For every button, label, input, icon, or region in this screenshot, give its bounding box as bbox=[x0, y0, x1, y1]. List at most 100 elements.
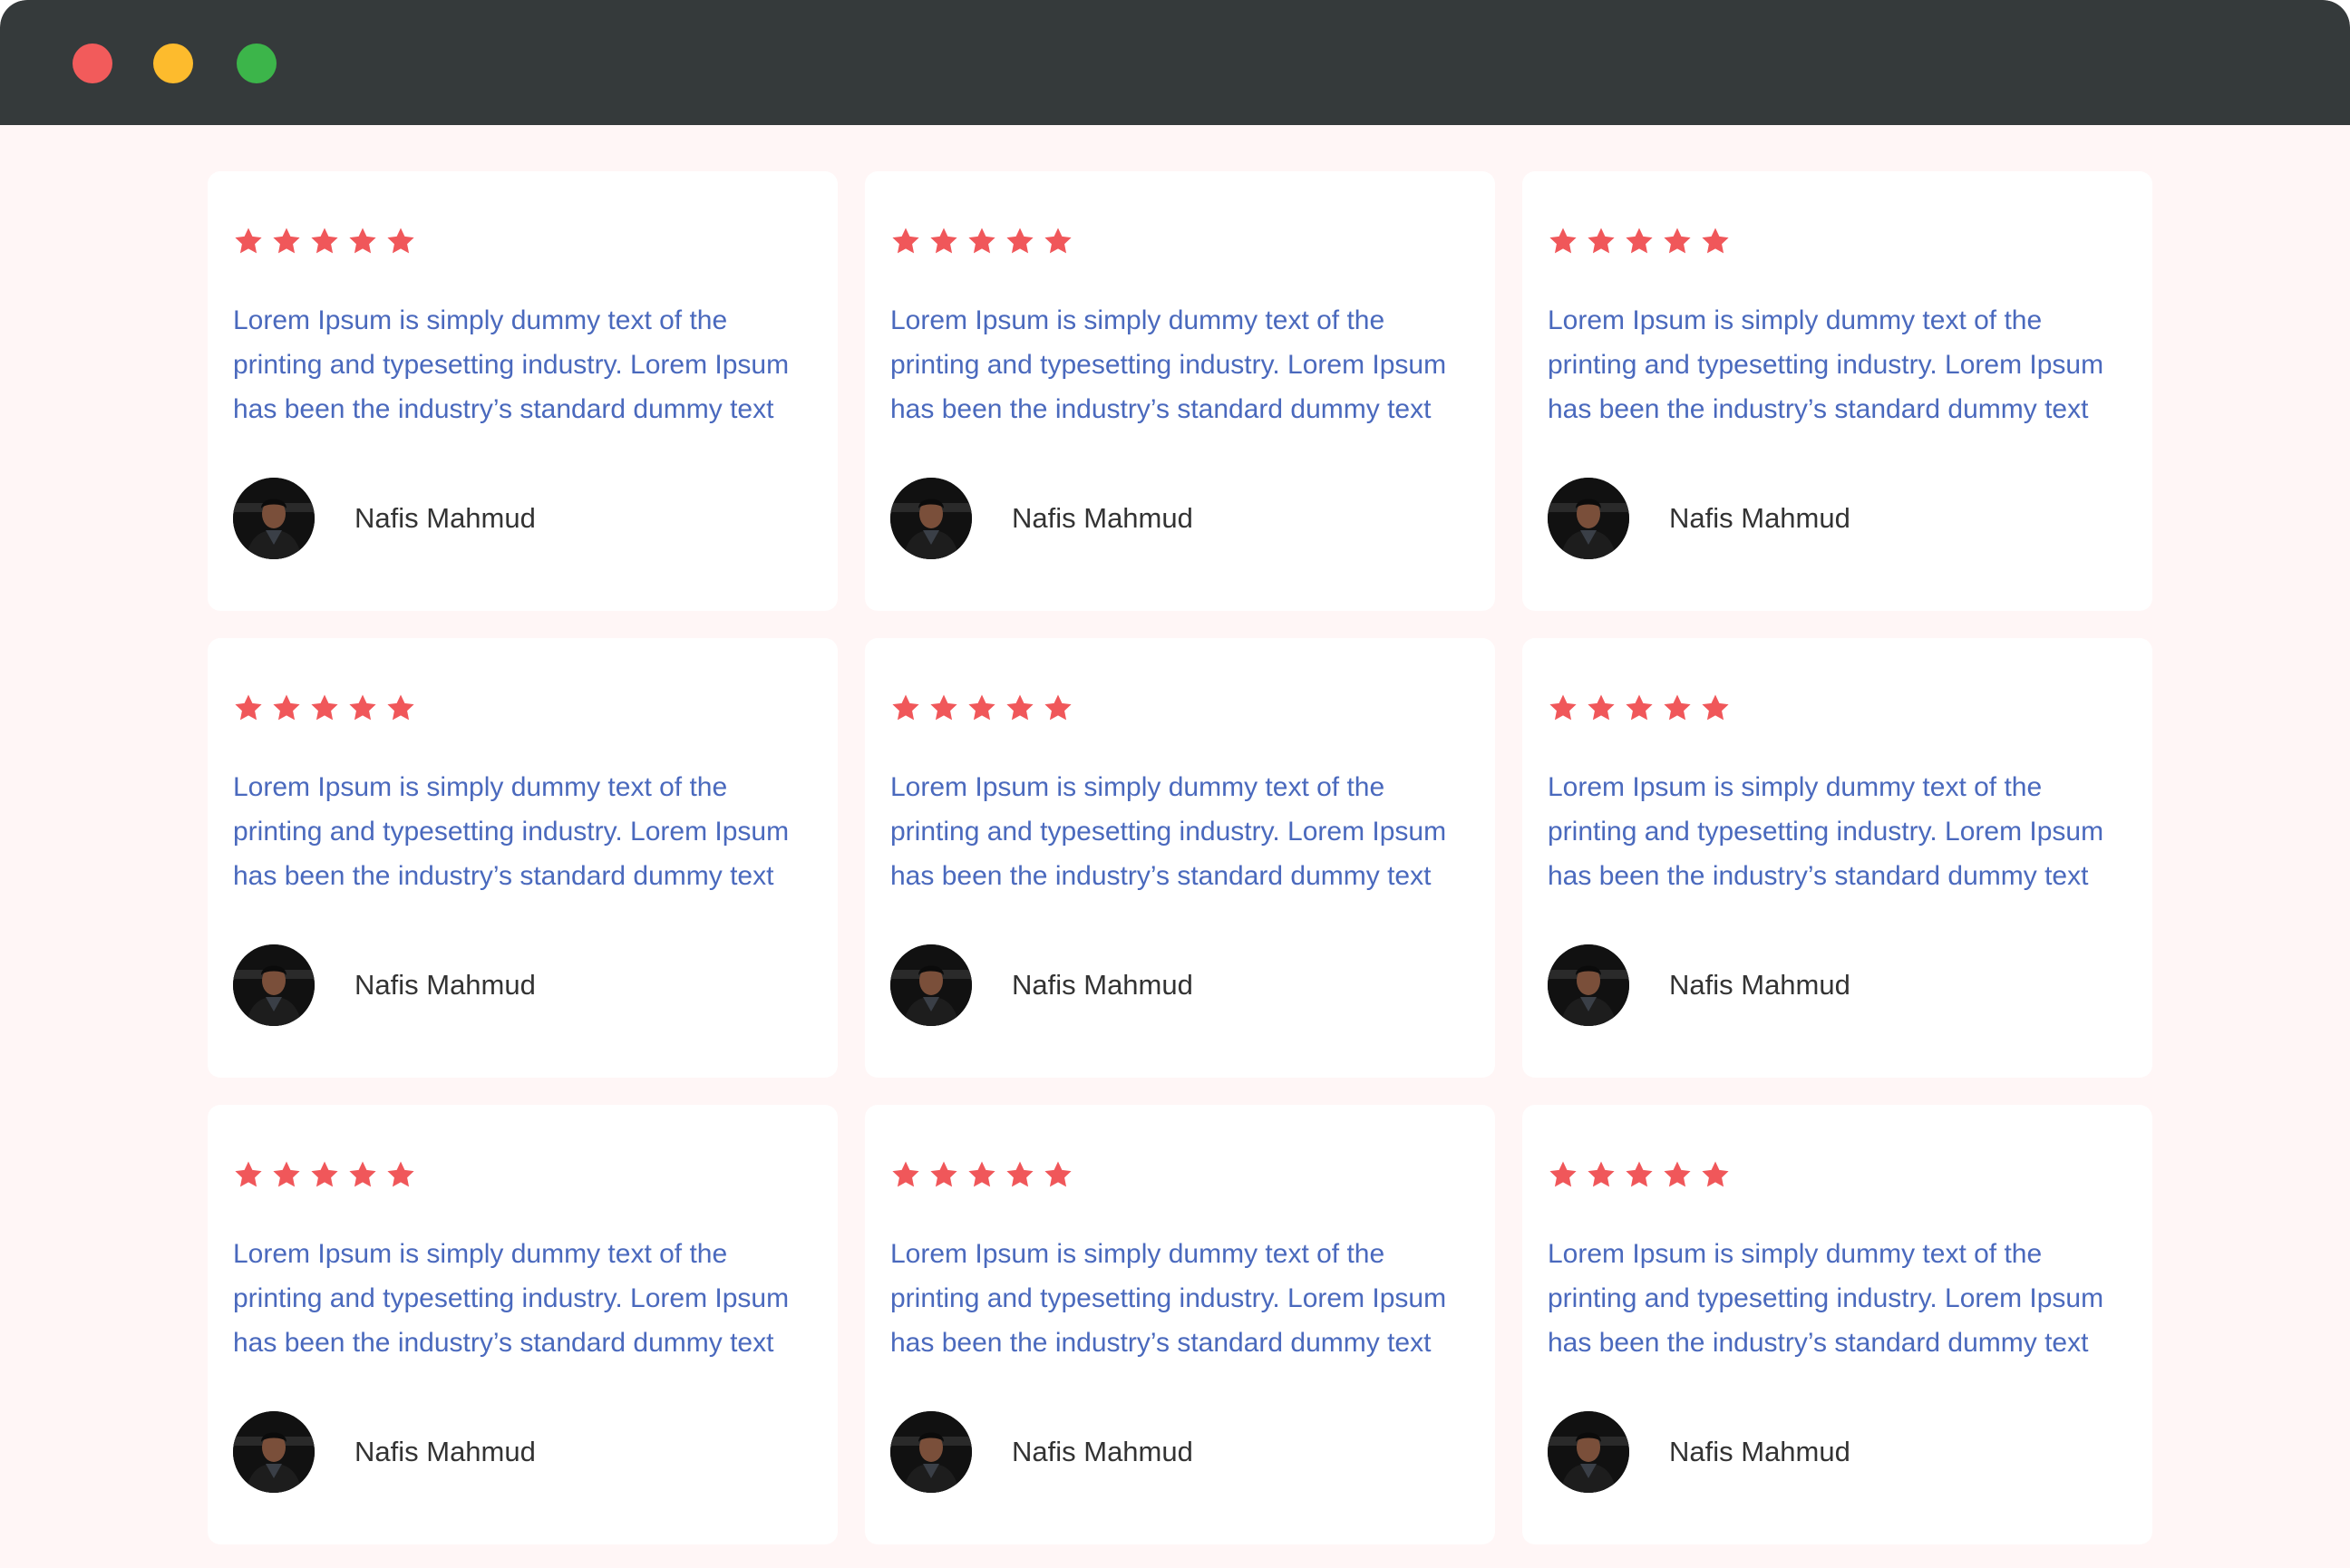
star-icon bbox=[1664, 227, 1691, 254]
star-icon bbox=[930, 694, 957, 721]
person-photo-icon bbox=[233, 1411, 315, 1493]
star-icon bbox=[1588, 227, 1615, 254]
testimonial-card: Lorem Ipsum is simply dummy text of the … bbox=[865, 171, 1495, 611]
star-rating bbox=[890, 226, 1073, 256]
author-block: Nafis Mahmud bbox=[890, 1411, 1193, 1493]
author-name: Nafis Mahmud bbox=[1012, 1436, 1193, 1467]
star-icon bbox=[235, 227, 262, 254]
star-icon bbox=[1044, 227, 1072, 254]
testimonial-quote: Lorem Ipsum is simply dummy text of the … bbox=[233, 305, 790, 424]
star-icon bbox=[387, 1161, 414, 1187]
testimonial-quote: Lorem Ipsum is simply dummy text of the … bbox=[1548, 305, 2104, 424]
star-icon bbox=[1626, 694, 1653, 721]
star-icon bbox=[930, 1161, 957, 1187]
testimonial-card: Lorem Ipsum is simply dummy text of the … bbox=[865, 1105, 1495, 1544]
person-photo-icon bbox=[1548, 478, 1629, 559]
author-block: Nafis Mahmud bbox=[1548, 1411, 1850, 1493]
author-name: Nafis Mahmud bbox=[354, 1436, 536, 1467]
avatar bbox=[233, 478, 315, 559]
star-icon bbox=[892, 694, 919, 721]
author-block: Nafis Mahmud bbox=[890, 944, 1193, 1026]
star-icon bbox=[1006, 694, 1034, 721]
window-titlebar bbox=[0, 0, 2350, 125]
avatar bbox=[890, 1411, 972, 1493]
star-icon bbox=[1006, 227, 1034, 254]
person-photo-icon bbox=[233, 478, 315, 559]
avatar bbox=[233, 1411, 315, 1493]
star-icon bbox=[892, 227, 919, 254]
testimonial-quote: Lorem Ipsum is simply dummy text of the … bbox=[1548, 1239, 2104, 1358]
testimonial-quote: Lorem Ipsum is simply dummy text of the … bbox=[233, 772, 790, 891]
author-name: Nafis Mahmud bbox=[1669, 1436, 1850, 1467]
star-icon bbox=[1702, 1161, 1729, 1187]
avatar bbox=[233, 944, 315, 1026]
star-icon bbox=[1626, 1161, 1653, 1187]
browser-window: Lorem Ipsum is simply dummy text of the … bbox=[0, 0, 2350, 1568]
author-block: Nafis Mahmud bbox=[233, 1411, 536, 1493]
author-block: Nafis Mahmud bbox=[1548, 478, 1850, 559]
star-rating bbox=[1548, 1159, 1731, 1190]
testimonial-card: Lorem Ipsum is simply dummy text of the … bbox=[1522, 1105, 2152, 1544]
person-photo-icon bbox=[1548, 944, 1629, 1026]
avatar bbox=[890, 944, 972, 1026]
close-window-button[interactable] bbox=[73, 44, 112, 83]
star-icon bbox=[349, 1161, 376, 1187]
star-icon bbox=[349, 694, 376, 721]
star-icon bbox=[235, 1161, 262, 1187]
testimonial-grid: Lorem Ipsum is simply dummy text of the … bbox=[208, 171, 2152, 1544]
avatar bbox=[1548, 478, 1629, 559]
star-icon bbox=[1549, 1161, 1577, 1187]
star-icon bbox=[1006, 1161, 1034, 1187]
author-name: Nafis Mahmud bbox=[354, 502, 536, 534]
star-icon bbox=[311, 227, 338, 254]
avatar bbox=[1548, 1411, 1629, 1493]
author-block: Nafis Mahmud bbox=[890, 478, 1193, 559]
star-icon bbox=[1044, 1161, 1072, 1187]
testimonial-quote: Lorem Ipsum is simply dummy text of the … bbox=[890, 305, 1447, 424]
star-rating bbox=[1548, 692, 1731, 723]
testimonial-card: Lorem Ipsum is simply dummy text of the … bbox=[1522, 638, 2152, 1078]
star-icon bbox=[273, 694, 300, 721]
star-icon bbox=[273, 1161, 300, 1187]
testimonial-quote: Lorem Ipsum is simply dummy text of the … bbox=[890, 772, 1447, 891]
star-rating bbox=[233, 1159, 416, 1190]
star-icon bbox=[1702, 227, 1729, 254]
testimonial-card: Lorem Ipsum is simply dummy text of the … bbox=[865, 638, 1495, 1078]
person-photo-icon bbox=[1548, 1411, 1629, 1493]
author-name: Nafis Mahmud bbox=[1012, 969, 1193, 1001]
star-rating bbox=[233, 226, 416, 256]
testimonial-card: Lorem Ipsum is simply dummy text of the … bbox=[208, 638, 838, 1078]
star-icon bbox=[387, 227, 414, 254]
author-name: Nafis Mahmud bbox=[1669, 502, 1850, 534]
star-icon bbox=[968, 1161, 995, 1187]
star-icon bbox=[930, 227, 957, 254]
testimonial-card: Lorem Ipsum is simply dummy text of the … bbox=[1522, 171, 2152, 611]
author-block: Nafis Mahmud bbox=[1548, 944, 1850, 1026]
testimonial-quote: Lorem Ipsum is simply dummy text of the … bbox=[233, 1239, 790, 1358]
author-block: Nafis Mahmud bbox=[233, 944, 536, 1026]
star-icon bbox=[1044, 694, 1072, 721]
star-icon bbox=[1702, 694, 1729, 721]
star-icon bbox=[235, 694, 262, 721]
person-photo-icon bbox=[890, 478, 972, 559]
star-icon bbox=[1549, 227, 1577, 254]
avatar bbox=[890, 478, 972, 559]
maximize-window-button[interactable] bbox=[237, 44, 277, 83]
avatar bbox=[1548, 944, 1629, 1026]
author-name: Nafis Mahmud bbox=[1012, 502, 1193, 534]
testimonial-card: Lorem Ipsum is simply dummy text of the … bbox=[208, 1105, 838, 1544]
minimize-window-button[interactable] bbox=[153, 44, 193, 83]
star-icon bbox=[311, 1161, 338, 1187]
star-icon bbox=[1588, 694, 1615, 721]
star-icon bbox=[968, 227, 995, 254]
star-icon bbox=[311, 694, 338, 721]
testimonial-quote: Lorem Ipsum is simply dummy text of the … bbox=[1548, 772, 2104, 891]
person-photo-icon bbox=[890, 944, 972, 1026]
author-block: Nafis Mahmud bbox=[233, 478, 536, 559]
star-icon bbox=[892, 1161, 919, 1187]
star-icon bbox=[273, 227, 300, 254]
person-photo-icon bbox=[890, 1411, 972, 1493]
star-icon bbox=[1588, 1161, 1615, 1187]
star-rating bbox=[890, 1159, 1073, 1190]
star-rating bbox=[890, 692, 1073, 723]
